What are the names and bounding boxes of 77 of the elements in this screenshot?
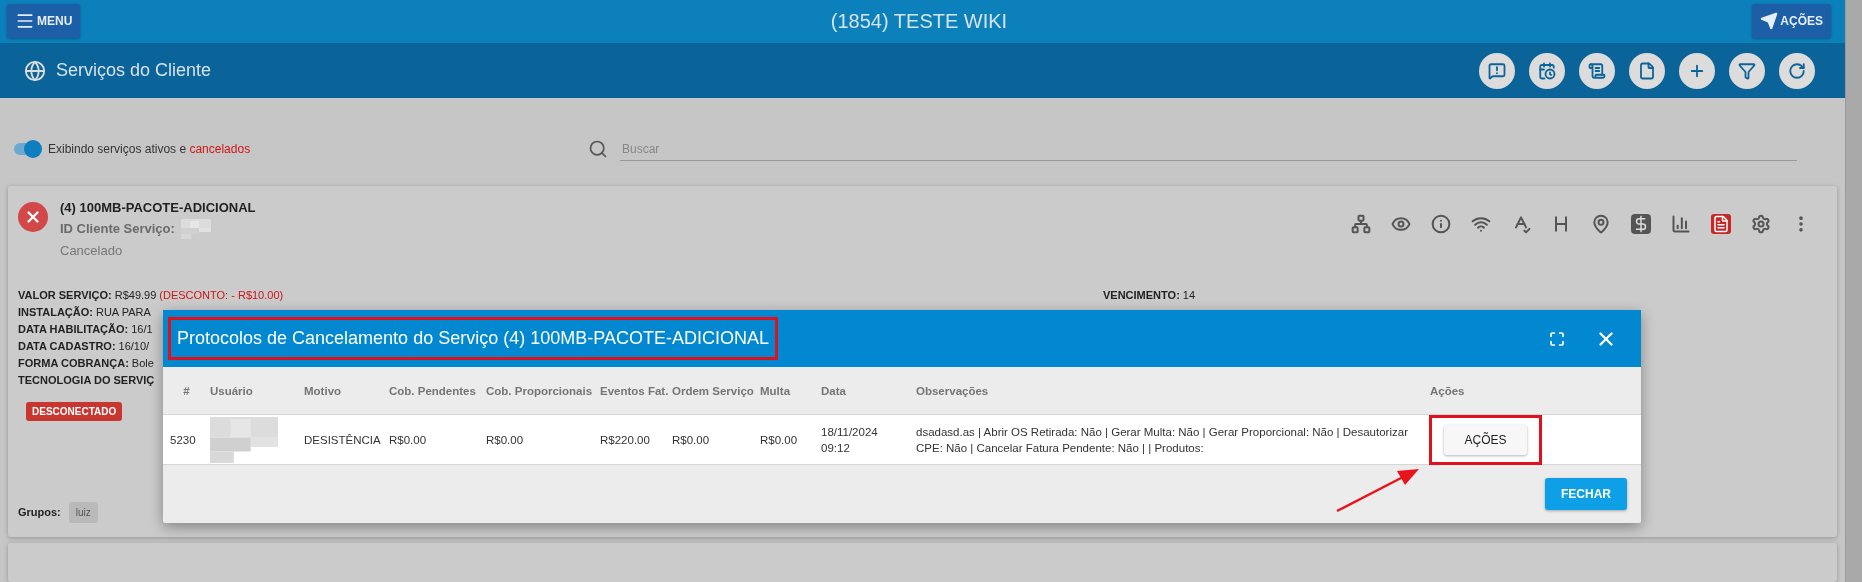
field-label: TECNOLOGIA DO SERVIÇ xyxy=(18,372,155,388)
field-label: DATA HABILITAÇÃO: xyxy=(18,321,129,337)
column-header: Cob. Pendentes xyxy=(389,384,477,397)
table-cell-text: R$220.00 xyxy=(600,433,651,448)
field-value: Bole xyxy=(131,355,154,371)
column-header: # xyxy=(182,384,191,397)
list-document-button[interactable] xyxy=(1579,52,1615,89)
blurred-redaction xyxy=(180,218,211,239)
send-icon xyxy=(1760,12,1779,31)
field-label: DATA CADASTRO: xyxy=(18,338,116,354)
table-cell-text: 5230 xyxy=(169,433,197,448)
table-cell-text: R$0.00 xyxy=(389,433,428,448)
search-field[interactable]: Buscar xyxy=(620,137,1797,162)
close-button[interactable]: FECHAR xyxy=(1545,478,1627,510)
page-title: (1854) TESTE WIKI xyxy=(830,9,1008,33)
calendar-clock-button[interactable] xyxy=(1529,52,1565,89)
group-tag: luiz xyxy=(68,502,98,524)
filter-button[interactable] xyxy=(1729,52,1765,89)
calendar-clock-icon xyxy=(1538,61,1556,80)
column-header: Observações xyxy=(916,384,990,397)
table-cell-text: DESISTÊNCIA xyxy=(304,433,382,448)
column-header: Multa xyxy=(760,384,792,397)
bar-chart-icon[interactable] xyxy=(1671,213,1691,234)
message-alert-button[interactable] xyxy=(1479,52,1515,89)
cancel-status-icon xyxy=(18,201,48,232)
message-alert-icon xyxy=(1488,61,1506,80)
toggle-switch[interactable] xyxy=(14,143,40,156)
table-cell-text: R$0.00 xyxy=(760,433,799,448)
file-button[interactable] xyxy=(1629,52,1665,89)
column-header: Eventos Fat. xyxy=(600,384,670,397)
column-header: Cob. Proporcionais xyxy=(486,384,594,397)
column-header: Usuário xyxy=(210,384,254,397)
field-label: FORMA COBRANÇA: xyxy=(18,355,129,371)
info-icon[interactable] xyxy=(1431,213,1451,234)
dollar-icon[interactable] xyxy=(1631,213,1651,234)
field-value: 16/10/ xyxy=(118,338,150,354)
refresh-icon xyxy=(1788,61,1806,80)
table-cell-text: R$0.00 xyxy=(486,433,525,448)
document-icon[interactable] xyxy=(1711,213,1731,234)
field-label: INSTALAÇÃO: xyxy=(18,304,93,320)
filter-icon xyxy=(1738,61,1756,80)
file-icon xyxy=(1638,61,1656,80)
column-header: Ações xyxy=(1430,384,1466,397)
fullscreen-icon[interactable] xyxy=(1549,330,1565,347)
column-header: Data xyxy=(821,384,847,397)
menu-button[interactable]: MENU xyxy=(7,4,81,39)
service-status: Cancelado xyxy=(60,242,124,258)
field-value: 14 xyxy=(1182,287,1196,303)
field-label: VENCIMENTO: xyxy=(1103,287,1180,303)
list-document-icon xyxy=(1588,61,1606,80)
plus-button[interactable] xyxy=(1679,52,1715,89)
groups-label: Grupos: xyxy=(18,505,61,521)
column-header: Ordem Serviço xyxy=(672,384,755,397)
status-badge: DESCONECTADO xyxy=(26,401,123,421)
field-value: 16/1 xyxy=(131,321,153,337)
field-value: R$49.99 xyxy=(114,287,157,303)
table-cell-text: dsadasd.as | Abrir OS Retirada: Não | Gerar Multa: Não | Gerar Proporcional: Não | Desautorizar CPE: Não | Cancelar Fatura Pendente: Não | | Produtos: xyxy=(916,425,1409,456)
refresh-button[interactable] xyxy=(1779,52,1815,89)
scrollbar[interactable] xyxy=(1845,0,1862,582)
modal-title: Protocolos de Cancelamento do Serviço (4) 100MB-PACOTE-ADICIONAL xyxy=(168,317,778,360)
discount-note: (DESCONTO: - R$10.00) xyxy=(159,287,284,303)
toggle-label: Exibindo serviços ativos e cancelados xyxy=(48,142,252,157)
id-label: ID Cliente Serviço: xyxy=(60,221,175,237)
table-cell-text: R$0.00 xyxy=(672,433,711,448)
globe-icon xyxy=(24,59,46,82)
network-icon[interactable] xyxy=(1351,213,1371,234)
map-pin-icon[interactable] xyxy=(1591,213,1611,234)
search-icon xyxy=(588,139,608,160)
service-name: (4) 100MB-PACOTE-ADICIONAL xyxy=(60,199,257,215)
table-cell-text: 18/11/2024 09:12 xyxy=(821,425,879,456)
settings-icon[interactable] xyxy=(1751,213,1771,234)
actions-button[interactable]: AÇÕES xyxy=(1752,4,1831,39)
row-actions-button[interactable]: AÇÕES xyxy=(1444,425,1527,455)
column-header: Motivo xyxy=(304,384,343,397)
section-title: Serviços do Cliente xyxy=(56,60,213,82)
field-label: VALOR SERVIÇO: xyxy=(18,287,112,303)
field-value: RUA PARA xyxy=(95,304,151,320)
